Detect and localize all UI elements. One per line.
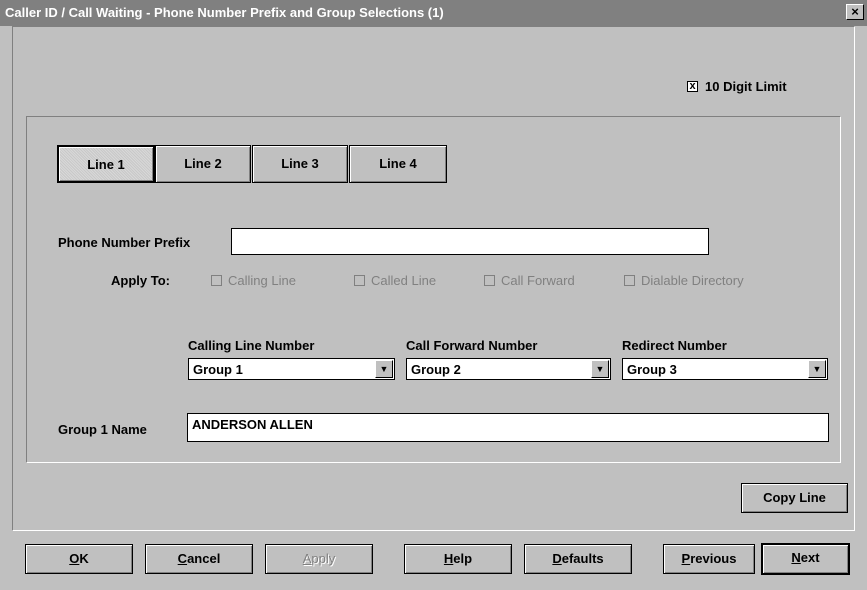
defaults-label: efaults	[561, 551, 604, 566]
previous-label: revious	[690, 551, 737, 566]
chevron-down-icon[interactable]: ▼	[808, 360, 826, 378]
call-forward-number-select[interactable]: Group 2 ▼	[406, 358, 611, 380]
call-forward-number-value: Group 2	[411, 362, 461, 377]
window-title: Caller ID / Call Waiting - Phone Number …	[5, 5, 444, 20]
ok-label: K	[79, 551, 89, 566]
digit-limit-checkbox[interactable]: x	[687, 81, 698, 92]
close-button[interactable]: ×	[846, 4, 864, 20]
tab-line-1[interactable]: Line 1	[57, 145, 155, 183]
calling-line-number-value: Group 1	[193, 362, 243, 377]
call-forward-checkbox[interactable]	[484, 275, 495, 286]
copy-line-button[interactable]: Copy Line	[741, 483, 848, 513]
help-button[interactable]: Help	[404, 544, 512, 574]
call-forward-label: Call Forward	[501, 273, 575, 288]
dialable-directory-label: Dialable Directory	[641, 273, 744, 288]
tab-line-4[interactable]: Line 4	[349, 145, 447, 183]
call-forward-number-label: Call Forward Number	[406, 338, 538, 353]
apply-to-label: Apply To:	[111, 273, 170, 288]
called-line-checkbox[interactable]	[354, 275, 365, 286]
apply-label: pply	[311, 551, 336, 566]
apply-button[interactable]: Apply	[265, 544, 373, 574]
ok-button[interactable]: OK	[25, 544, 133, 574]
calling-line-label: Calling Line	[228, 273, 296, 288]
next-mnemonic: N	[791, 550, 801, 565]
cancel-mnemonic: C	[177, 551, 188, 566]
next-label: ext	[800, 550, 820, 565]
defaults-mnemonic: D	[552, 551, 562, 566]
calling-line-checkbox[interactable]	[211, 275, 222, 286]
tab-line-3[interactable]: Line 3	[252, 145, 348, 183]
dialog-window: Caller ID / Call Waiting - Phone Number …	[0, 0, 867, 590]
redirect-number-select[interactable]: Group 3 ▼	[622, 358, 828, 380]
defaults-button[interactable]: Defaults	[524, 544, 632, 574]
previous-button[interactable]: Previous	[663, 544, 755, 574]
group-name-label: Group 1 Name	[58, 422, 147, 437]
redirect-number-value: Group 3	[627, 362, 677, 377]
chevron-down-icon[interactable]: ▼	[591, 360, 609, 378]
calling-line-number-select[interactable]: Group 1 ▼	[188, 358, 395, 380]
called-line-label: Called Line	[371, 273, 437, 288]
group-name-input[interactable]: ANDERSON ALLEN	[187, 413, 829, 442]
title-bar[interactable]: Caller ID / Call Waiting - Phone Number …	[0, 0, 867, 26]
ok-mnemonic: O	[69, 551, 80, 566]
digit-limit-label: 10 Digit Limit	[705, 79, 787, 94]
cancel-button[interactable]: Cancel	[145, 544, 253, 574]
next-button[interactable]: Next	[761, 543, 850, 575]
close-icon: ×	[851, 4, 859, 19]
tab-line-2[interactable]: Line 2	[155, 145, 251, 183]
prefix-label: Phone Number Prefix	[58, 235, 191, 250]
previous-mnemonic: P	[681, 551, 691, 566]
prefix-input[interactable]	[231, 228, 709, 255]
calling-line-number-label: Calling Line Number	[188, 338, 315, 353]
help-label: elp	[453, 551, 473, 566]
help-mnemonic: H	[443, 551, 454, 566]
cancel-label: ancel	[187, 551, 221, 566]
chevron-down-icon[interactable]: ▼	[375, 360, 393, 378]
redirect-number-label: Redirect Number	[622, 338, 727, 353]
dialable-directory-checkbox[interactable]	[624, 275, 635, 286]
